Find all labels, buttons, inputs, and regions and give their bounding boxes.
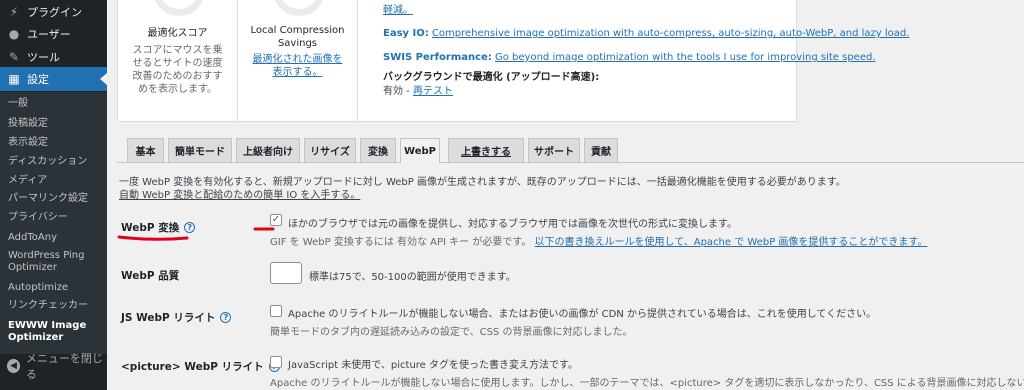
tab-convert[interactable]: 変換 [360, 138, 396, 162]
webp-conversion-desc: GIF を WebP 変換するには 有効な API キー が必要です。 以下の書… [270, 233, 927, 248]
score-desc-1: スコアにマウスを乗 [132, 45, 223, 56]
webp-conversion-text: ほかのブラウザでは元の画像を提供し、対応するブラウザ用では画像を次世代の形式に変… [288, 219, 737, 230]
promo-swis: SWIS Performance: Go beyond image optimi… [383, 51, 876, 64]
compression-gauge [273, 0, 325, 16]
plugin-icon: ⚡ [9, 5, 19, 19]
js-webp-label-text: JS WebP リライト [121, 312, 216, 324]
submenu-writing[interactable]: 投稿設定 [8, 118, 48, 130]
stats-panel: 最適化スコア スコアにマウスを乗 せるとサイトの速度 改善のためのおすす めを表… [117, 0, 909, 122]
retest-link[interactable]: 再テスト [413, 86, 453, 97]
score-desc-4: めを表示します。 [138, 84, 217, 95]
red-underline-annotation [117, 235, 189, 241]
red-checkbox-annotation [253, 227, 275, 231]
api-key-note: GIF を WebP 変換するには 有効な API キー が必要です。 [270, 237, 532, 248]
submenu-general[interactable]: 一般 [8, 98, 28, 110]
compression-title-1: Local Compression [250, 25, 345, 36]
tabs-divider [117, 162, 1024, 163]
picture-webp-label-text: <picture> WebP リライト [121, 361, 264, 373]
tab-advanced[interactable]: 上級者向け [236, 138, 300, 162]
menu-plugins-label: プラグイン [27, 6, 82, 19]
compression-link-2: 表示する。 [272, 67, 323, 78]
admin-sidebar: ⚡ プラグイン ● ユーザー ✎ ツール ▦ 設定 一般 投稿設定 表示設定 デ… [0, 0, 107, 390]
webp-conversion-label: WebP 変換 ? [121, 220, 196, 235]
score-card: 最適化スコア スコアにマウスを乗 せるとサイトの速度 改善のためのおすす めを表… [118, 0, 238, 121]
promo-easyio: Easy IO: Comprehensive image optimizatio… [383, 27, 909, 40]
background-opt-title: バックグラウンドで最適化 (アップロード高速): [383, 72, 600, 83]
submenu-autoptimize[interactable]: Autoptimize [8, 282, 68, 294]
webp-quality-label: WebP 品質 [121, 270, 180, 282]
webp-quality-desc: 標準は75で、50-100の範囲が使用できます。 [309, 272, 516, 283]
compression-card: Local Compression Savings 最適化された画像を 表示する… [238, 0, 358, 121]
picture-webp-desc: Apache のリライトルールが機能しない場合に使用します。しかし、一部のテーマ… [270, 378, 1024, 389]
collapse-label: メニューを閉じる [25, 352, 103, 381]
submenu-link-checker[interactable]: リンクチェッカー [8, 300, 88, 312]
tab-resize[interactable]: リサイズ [304, 138, 356, 162]
menu-tools[interactable]: ✎ ツール [0, 45, 107, 69]
js-webp-desc: 簡単モードのタブ内の遅延読み込みの設定で、CSS の背景画像に対応しました。 [270, 327, 633, 338]
tab-easy-mode[interactable]: 簡単モード [168, 138, 232, 162]
background-opt-status: 有効 - 再テスト [383, 85, 453, 98]
score-title: 最適化スコア [147, 28, 208, 39]
ping-optimizer-line2: Optimizer [8, 262, 57, 273]
picture-webp-checkbox[interactable] [270, 356, 282, 368]
tab-webp[interactable]: WebP [400, 138, 440, 163]
score-desc-3: 改善のためのおすす [132, 71, 223, 82]
ewww-line1: EWWW Image [8, 320, 87, 331]
webp-quality-input[interactable] [270, 262, 302, 284]
help-icon[interactable]: ? [220, 312, 232, 323]
collapse-icon: ◀ [7, 359, 20, 373]
tab-support[interactable]: サポート [528, 138, 580, 162]
collapse-menu-button[interactable]: ◀ メニューを閉じる [0, 352, 107, 381]
submenu-permalinks[interactable]: パーマリンク設定 [8, 193, 88, 205]
menu-users-label: ユーザー [27, 28, 71, 41]
easyio-link[interactable]: Comprehensive image optimization with au… [432, 28, 909, 39]
settings-submenu: 一般 投稿設定 表示設定 ディスカッション メディア パーマリンク設定 プライバ… [0, 92, 107, 354]
users-icon: ● [8, 27, 20, 41]
compression-link-1: 最適化された画像を [252, 54, 343, 65]
submenu-ping-optimizer[interactable]: WordPress Ping Optimizer [8, 250, 84, 274]
menu-tools-label: ツール [27, 51, 60, 64]
menu-users[interactable]: ● ユーザー [0, 22, 107, 46]
swis-link[interactable]: Go beyond image optimization with the to… [495, 52, 875, 63]
easyio-webp-link[interactable]: 自動 WebP 変換と配給のための簡単 IO を入手する。 [119, 186, 360, 201]
bg-status-text: 有効 - [383, 86, 413, 97]
submenu-addtoany[interactable]: AddToAny [8, 232, 57, 244]
js-webp-label: JS WebP リライト ? [121, 310, 232, 325]
easyio-label: Easy IO: [383, 28, 429, 39]
tab-basic[interactable]: 基本 [127, 138, 164, 162]
js-webp-checkbox[interactable] [270, 305, 282, 317]
promo-top-link[interactable]: 軽減。 [383, 4, 413, 17]
swis-label: SWIS Performance: [383, 52, 492, 63]
compression-title: Local Compression Savings [238, 24, 357, 50]
help-icon[interactable]: ? [184, 222, 196, 233]
picture-webp-text: JavaScript 未使用で、picture タグを使った書き変え方法です。 [288, 360, 579, 371]
menu-settings-label: 設定 [27, 73, 49, 86]
tab-overwrite[interactable]: 上書きする [448, 138, 524, 162]
settings-icon: ▦ [8, 72, 20, 86]
main-content: 最適化スコア スコアにマウスを乗 せるとサイトの速度 改善のためのおすす めを表… [107, 0, 1024, 390]
webp-conversion-checkbox[interactable]: ✓ [270, 214, 282, 226]
ping-optimizer-line1: WordPress Ping [8, 250, 85, 261]
tab-contribute[interactable]: 貢献 [584, 138, 618, 162]
submenu-discussion[interactable]: ディスカッション [8, 156, 87, 168]
js-webp-text: Apache のリライトルールが機能しない場合、またはお使いの画像が CDN か… [288, 309, 877, 320]
menu-settings[interactable]: ▦ 設定 [0, 67, 107, 91]
score-gauge [153, 0, 205, 16]
picture-webp-label: <picture> WebP リライト ? [121, 359, 280, 374]
score-desc-2: せるとサイトの速度 [132, 58, 223, 69]
submenu-media[interactable]: メディア [8, 175, 47, 187]
ewww-line2: Optimizer [8, 332, 64, 343]
submenu-privacy[interactable]: プライバシー [8, 212, 68, 224]
submenu-ewww[interactable]: EWWW Image Optimizer [8, 320, 86, 344]
score-description: スコアにマウスを乗 せるとサイトの速度 改善のためのおすす めを表示します。 [130, 44, 225, 96]
rewrite-rules-link[interactable]: 以下の書き換えルールを使用して、Apache で WebP 画像を提供することが… [535, 237, 928, 248]
webp-conversion-label-text: WebP 変換 [121, 222, 180, 234]
menu-plugins[interactable]: ⚡ プラグイン [0, 0, 107, 24]
tools-icon: ✎ [8, 50, 20, 64]
view-optimized-images-link[interactable]: 最適化された画像を 表示する。 [248, 53, 347, 79]
submenu-reading[interactable]: 表示設定 [8, 137, 48, 149]
compression-title-2: Savings [277, 38, 318, 49]
